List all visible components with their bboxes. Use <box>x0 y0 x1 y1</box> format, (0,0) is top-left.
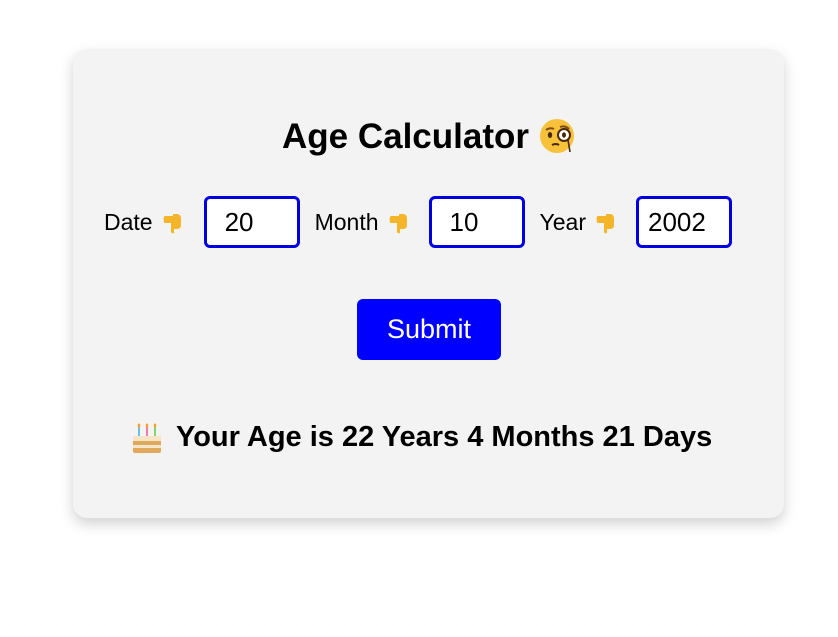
face-with-monocle-icon <box>540 119 574 153</box>
age-result: Your Age is 22 Years 4 Months 21 Days <box>131 421 712 454</box>
month-label: Month <box>314 208 379 235</box>
date-label: Date <box>104 208 153 235</box>
page-title-text: Age Calculator <box>282 117 529 156</box>
backhand-index-pointing-down-icon <box>596 214 615 234</box>
date-input-row: Date Month Year <box>104 196 733 248</box>
backhand-index-pointing-down-icon <box>389 214 407 234</box>
date-label-group: Date <box>104 209 185 236</box>
month-input[interactable] <box>428 196 525 248</box>
backhand-index-pointing-down-icon <box>163 214 181 234</box>
date-input[interactable] <box>203 196 300 248</box>
year-label-group: Year <box>540 209 618 236</box>
page-title: Age Calculator <box>73 117 784 157</box>
year-input[interactable] <box>636 196 733 248</box>
submit-button[interactable]: Submit <box>357 299 501 360</box>
calculator-card: Age Calculator Date Month Year <box>73 49 784 518</box>
month-label-group: Month <box>315 209 411 236</box>
year-label: Year <box>539 208 587 235</box>
age-result-text: Your Age is 22 Years 4 Months 21 Days <box>176 421 713 453</box>
birthday-cake-icon <box>133 423 161 453</box>
